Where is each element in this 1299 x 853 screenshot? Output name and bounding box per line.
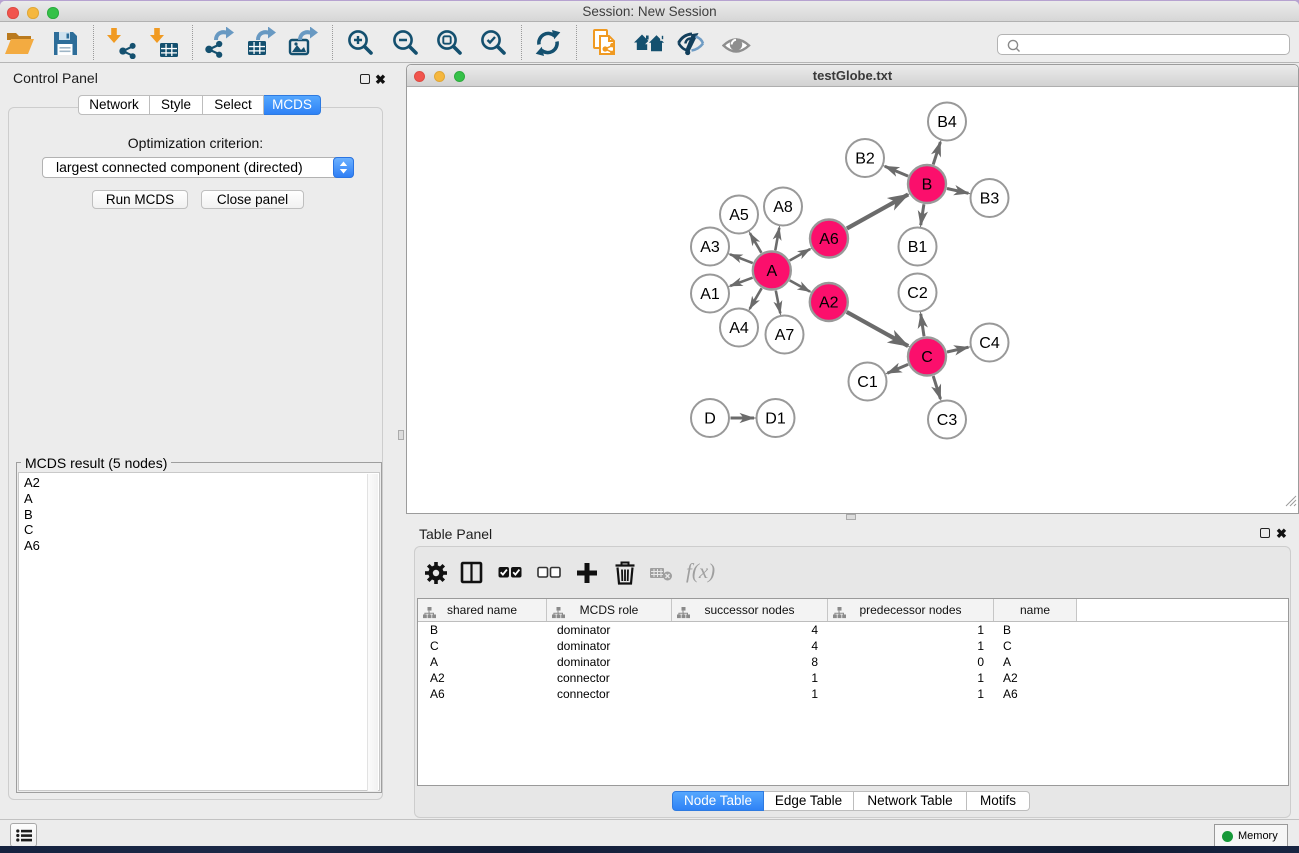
svg-text:B2: B2 (855, 151, 875, 168)
svg-text:A1: A1 (700, 286, 720, 303)
svg-text:B1: B1 (908, 239, 928, 256)
svg-text:C1: C1 (857, 374, 878, 391)
svg-text:B3: B3 (980, 191, 1000, 208)
svg-text:A4: A4 (729, 320, 749, 337)
svg-text:B: B (922, 177, 933, 194)
svg-text:A7: A7 (775, 327, 795, 344)
svg-text:A6: A6 (819, 231, 839, 248)
svg-text:A5: A5 (729, 207, 749, 224)
svg-text:C4: C4 (979, 335, 1000, 352)
svg-text:C2: C2 (907, 285, 928, 302)
svg-text:A2: A2 (819, 295, 839, 312)
svg-text:B4: B4 (937, 114, 957, 131)
svg-text:D: D (704, 411, 716, 428)
svg-text:C3: C3 (937, 412, 958, 429)
svg-text:A: A (766, 263, 777, 280)
svg-text:A8: A8 (773, 199, 793, 216)
svg-text:C: C (921, 349, 933, 366)
svg-text:A3: A3 (700, 239, 720, 256)
svg-text:D1: D1 (765, 411, 786, 428)
